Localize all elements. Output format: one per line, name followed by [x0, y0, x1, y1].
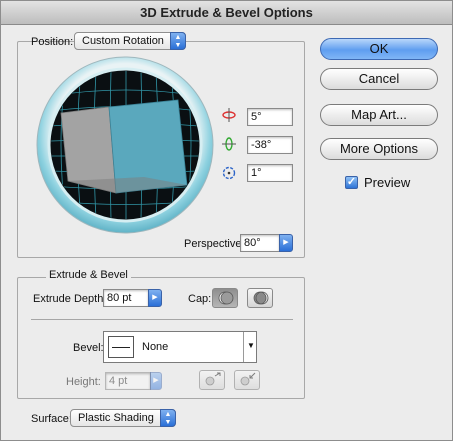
z-axis-angle-field[interactable]: 1°: [247, 164, 293, 182]
cap-on-icon: [218, 291, 234, 305]
bevel-label: Bevel:: [73, 342, 104, 354]
extrude-depth-arrow-icon[interactable]: ▶: [148, 289, 162, 307]
height-label: Height:: [66, 376, 101, 388]
bevel-preview-icon: [108, 336, 134, 358]
cancel-button[interactable]: Cancel: [320, 68, 438, 90]
ok-button[interactable]: OK: [320, 38, 438, 60]
x-axis-rotation-icon: [222, 108, 236, 122]
rotation-trackball[interactable]: [36, 56, 214, 234]
bevel-value: None: [142, 341, 169, 353]
position-dropdown[interactable]: Custom Rotation ▲ ▼: [74, 32, 186, 50]
dialog-window: 3D Extrude & Bevel Options Position: Cus…: [0, 0, 453, 441]
perspective-label: Perspective:: [184, 238, 245, 250]
dropdown-arrow-icon: ▲ ▼: [170, 32, 186, 50]
cube-icon: [60, 99, 188, 194]
y-axis-angle-field[interactable]: -38°: [247, 136, 293, 154]
surface-dropdown-value: Plastic Shading: [78, 412, 154, 424]
position-label: Position:: [31, 36, 74, 48]
extrude-depth-label: Extrude Depth:: [33, 293, 107, 305]
preview-label[interactable]: Preview: [364, 175, 410, 190]
cap-off-button[interactable]: [247, 288, 273, 308]
map-art-button[interactable]: Map Art...: [320, 104, 438, 126]
divider: [31, 319, 293, 320]
bevel-extent-in-button[interactable]: [234, 370, 260, 390]
surface-dropdown-arrow-icon: ▲ ▼: [160, 409, 176, 427]
window-title: 3D Extrude & Bevel Options: [1, 1, 452, 25]
preview-checkbox[interactable]: ✓: [345, 176, 358, 189]
bevel-extent-out-icon: [205, 372, 221, 386]
surface-label: Surface:: [31, 413, 72, 425]
cap-label: Cap:: [188, 293, 212, 305]
y-axis-rotation-icon: [222, 137, 236, 151]
height-arrow-icon[interactable]: ▶: [150, 372, 162, 390]
position-dropdown-value: Custom Rotation: [82, 35, 164, 47]
perspective-slider-arrow-icon[interactable]: ▶: [279, 234, 293, 252]
bevel-dropdown-separator: [243, 332, 244, 362]
bevel-dropdown-arrow-icon: ▼: [247, 341, 255, 350]
bevel-extent-out-button[interactable]: [199, 370, 225, 390]
extrude-bevel-section-label: Extrude & Bevel: [46, 269, 131, 281]
cap-on-button[interactable]: [212, 288, 238, 308]
bevel-extent-in-icon: [240, 372, 256, 386]
perspective-field[interactable]: 80°: [240, 234, 280, 252]
bevel-dropdown[interactable]: None ▼: [103, 331, 257, 363]
cap-off-icon: [253, 291, 269, 305]
surface-dropdown[interactable]: Plastic Shading ▲ ▼: [70, 409, 176, 427]
x-axis-angle-field[interactable]: 5°: [247, 108, 293, 126]
more-options-button[interactable]: More Options: [320, 138, 438, 160]
height-field[interactable]: 4 pt: [105, 372, 151, 390]
extrude-depth-field[interactable]: 80 pt: [103, 289, 149, 307]
z-axis-rotation-icon: [222, 166, 236, 180]
